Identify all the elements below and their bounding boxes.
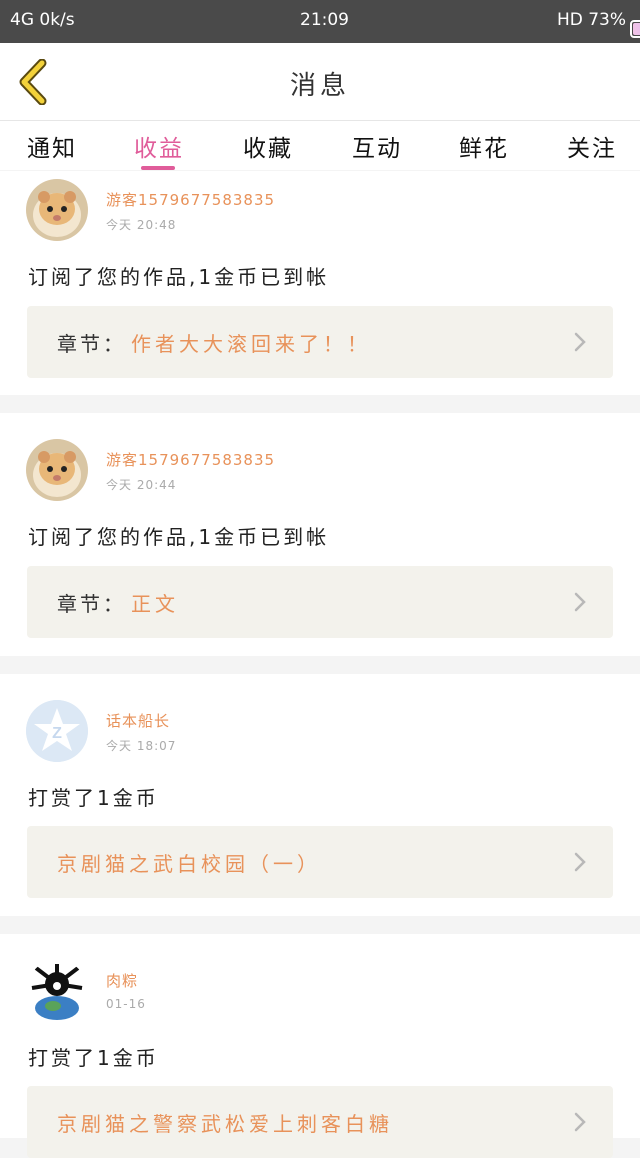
status-right: HD 73% bbox=[556, 10, 640, 38]
tab-bar: 通知 收益 收藏 互动 鲜花 关注 bbox=[0, 121, 640, 170]
tab-notify[interactable]: 通知 bbox=[27, 129, 77, 163]
tab-interaction[interactable]: 互动 bbox=[352, 129, 402, 163]
message-text: 打赏了1金币 bbox=[28, 1046, 159, 1070]
chevron-right-icon bbox=[574, 852, 586, 872]
default-avatar-icon: Z bbox=[26, 700, 88, 762]
tab-flowers[interactable]: 鲜花 bbox=[459, 129, 509, 163]
page-title: 消息 bbox=[289, 71, 350, 101]
message-time: 今天 20:48 bbox=[106, 218, 177, 232]
battery-label: HD 73% bbox=[556, 10, 626, 30]
hamster-avatar-icon bbox=[26, 439, 88, 501]
status-left: 4G 0k/s bbox=[10, 10, 75, 30]
message-time: 今天 18:07 bbox=[106, 739, 177, 753]
username[interactable]: 肉粽 bbox=[106, 970, 138, 991]
tab-earnings[interactable]: 收益 bbox=[134, 129, 184, 163]
work-link[interactable]: 京剧猫之警察武松爱上刺客白糖 bbox=[27, 1086, 613, 1158]
app-header: 消息 bbox=[0, 43, 640, 121]
chapter-label: 章节： bbox=[57, 332, 126, 356]
battery-icon bbox=[630, 20, 640, 38]
message-card: 游客1579677583835 今天 20:48 订阅了您的作品,1金币已到帐 … bbox=[0, 171, 640, 395]
svg-text:Z: Z bbox=[52, 725, 62, 742]
message-card: 肉粽 01-16 打赏了1金币 京剧猫之警察武松爱上刺客白糖 bbox=[0, 934, 640, 1158]
chevron-right-icon bbox=[574, 1112, 586, 1132]
message-text: 订阅了您的作品,1金币已到帐 bbox=[28, 265, 330, 289]
chevron-right-icon bbox=[574, 332, 586, 352]
status-bar: 4G 0k/s 21:09 HD 73% bbox=[0, 0, 640, 43]
tab-favorites[interactable]: 收藏 bbox=[243, 129, 293, 163]
work-link[interactable]: 京剧猫之武白校园（一） bbox=[27, 826, 613, 898]
chapter-link[interactable]: 章节： 作者大大滚回来了！！ bbox=[27, 306, 613, 378]
black-figure-avatar-icon bbox=[26, 960, 88, 1022]
user-avatar[interactable]: Z bbox=[26, 700, 88, 762]
chapter-label: 章节： bbox=[57, 592, 126, 616]
tab-follow[interactable]: 关注 bbox=[567, 129, 617, 163]
message-card: Z 话本船长 今天 18:07 打赏了1金币 京剧猫之武白校园（一） bbox=[0, 674, 640, 916]
message-text: 订阅了您的作品,1金币已到帐 bbox=[28, 525, 330, 549]
username[interactable]: 话本船长 bbox=[106, 710, 170, 731]
chapter-title: 作者大大滚回来了！！ bbox=[131, 332, 371, 356]
message-time: 今天 20:44 bbox=[106, 478, 177, 492]
username[interactable]: 游客1579677583835 bbox=[106, 449, 275, 470]
active-tab-indicator bbox=[141, 166, 175, 170]
hamster-avatar-icon bbox=[26, 179, 88, 241]
work-title: 京剧猫之警察武松爱上刺客白糖 bbox=[57, 1112, 393, 1136]
username[interactable]: 游客1579677583835 bbox=[106, 189, 275, 210]
message-time: 01-16 bbox=[106, 997, 146, 1011]
message-card: 游客1579677583835 今天 20:44 订阅了您的作品,1金币已到帐 … bbox=[0, 413, 640, 656]
chapter-link[interactable]: 章节： 正文 bbox=[27, 566, 613, 638]
user-avatar[interactable] bbox=[26, 439, 88, 501]
chevron-right-icon bbox=[574, 592, 586, 612]
message-text: 打赏了1金币 bbox=[28, 786, 159, 810]
work-title: 京剧猫之武白校园（一） bbox=[57, 852, 321, 876]
status-time: 21:09 bbox=[300, 10, 349, 30]
user-avatar[interactable] bbox=[26, 179, 88, 241]
chapter-title: 正文 bbox=[131, 592, 179, 616]
user-avatar[interactable] bbox=[26, 960, 88, 1022]
